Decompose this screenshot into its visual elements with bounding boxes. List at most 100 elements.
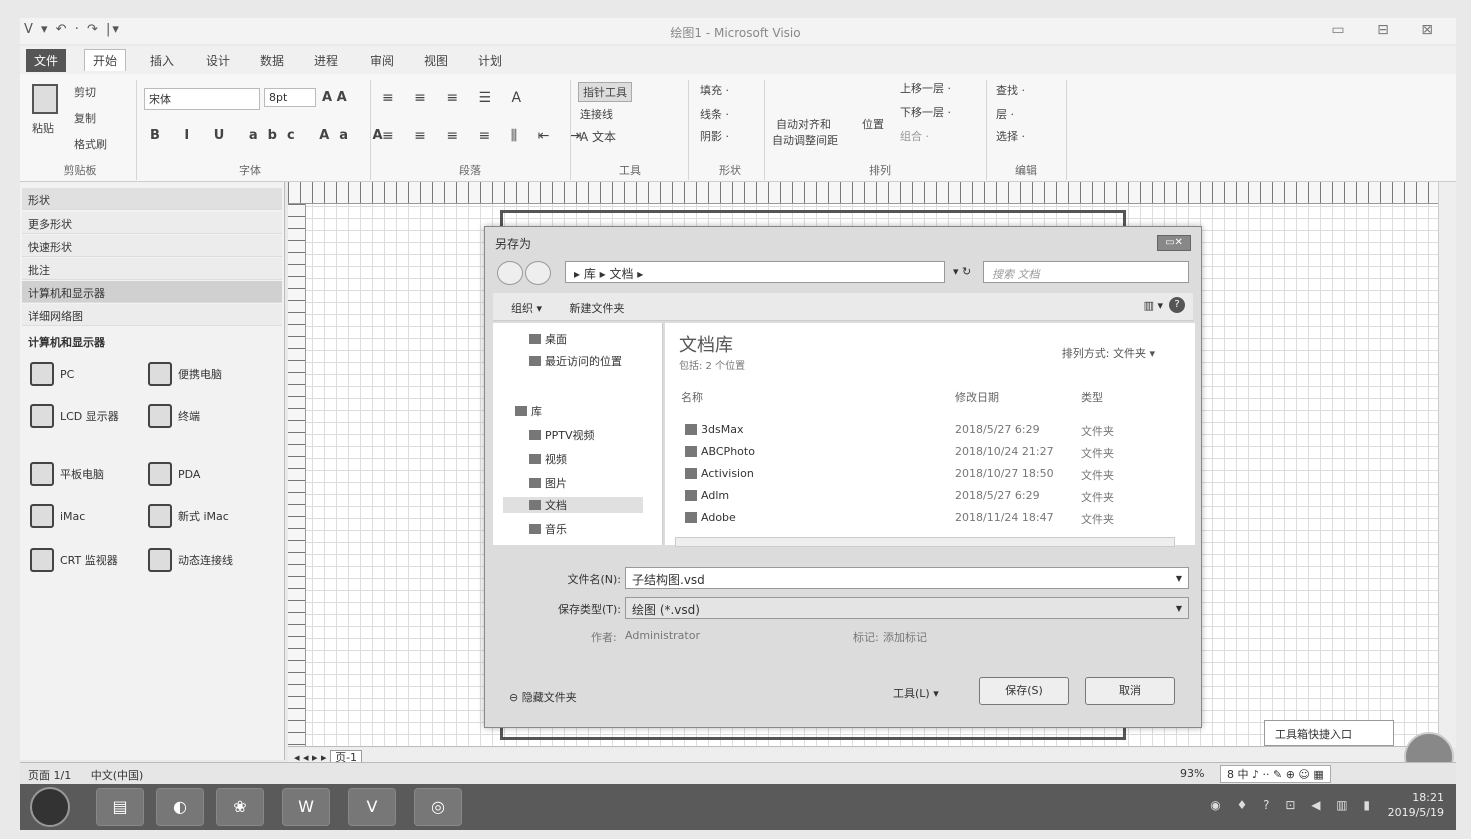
- cut-button[interactable]: 剪切: [74, 84, 96, 100]
- align-buttons[interactable]: ≡ ≡ ≡ ☰ A: [382, 90, 529, 106]
- horizontal-scrollbar[interactable]: [675, 537, 1175, 547]
- tab-process[interactable]: 进程: [314, 52, 338, 69]
- organize-button[interactable]: 组织 ▾: [511, 302, 542, 315]
- stencil-crt[interactable]: CRT 监视器: [30, 548, 118, 572]
- file-row[interactable]: 3dsMax 2018/5/27 6:29 文件夹: [679, 419, 1179, 441]
- font-style-buttons[interactable]: B I U abc Aa A: [150, 128, 393, 143]
- font-grow-shrink[interactable]: A A: [322, 90, 347, 105]
- format-painter-button[interactable]: 格式刷: [74, 136, 107, 152]
- shapes-panel-header[interactable]: 形状: [22, 188, 282, 210]
- file-row[interactable]: ABCPhoto 2018/10/24 21:27 文件夹: [679, 441, 1179, 463]
- pointer-tool-button[interactable]: 指针工具: [578, 82, 632, 102]
- stencil-pda[interactable]: PDA: [148, 462, 200, 486]
- language-indicator[interactable]: 中文(中国): [91, 769, 144, 782]
- nav-item-desktop[interactable]: 桌面: [529, 331, 567, 347]
- new-folder-button[interactable]: 新建文件夹: [570, 302, 625, 315]
- author-value[interactable]: Administrator: [625, 629, 700, 642]
- tab-file[interactable]: 文件: [26, 49, 67, 72]
- save-button[interactable]: 保存(S): [979, 677, 1069, 705]
- tab-home[interactable]: 开始: [84, 49, 127, 71]
- nav-item-pptv[interactable]: PPTV视频: [529, 427, 595, 443]
- taskbar-app-browser[interactable]: ◐: [156, 788, 204, 826]
- file-row[interactable]: Adobe 2018/11/24 18:47 文件夹: [679, 507, 1179, 529]
- vertical-scrollbar[interactable]: [1438, 182, 1456, 748]
- tab-review[interactable]: 审阅: [370, 52, 394, 69]
- tab-plan[interactable]: 计划: [478, 52, 502, 69]
- fill-button[interactable]: 填充 ·: [700, 82, 729, 98]
- nav-item-documents[interactable]: 文档: [503, 497, 643, 513]
- tools-dropdown[interactable]: 工具(L) ▾: [893, 685, 939, 701]
- dropdown-caret-icon[interactable]: ▼: [1176, 574, 1182, 583]
- copy-button[interactable]: 复制: [74, 110, 96, 126]
- paste-icon[interactable]: [32, 84, 58, 114]
- ime-bar[interactable]: 8 中 ♪ ·· ✎ ⊕ ☺ ▦: [1220, 765, 1331, 783]
- view-icon[interactable]: ▥ ▾: [1144, 299, 1163, 312]
- nav-item-recent[interactable]: 最近访问的位置: [529, 353, 622, 369]
- shapes-row[interactable]: 更多形状: [22, 212, 282, 234]
- nav-item-pictures[interactable]: 图片: [529, 475, 567, 491]
- stencil-connector[interactable]: 动态连接线: [148, 548, 233, 572]
- font-size-select[interactable]: 8pt: [264, 88, 316, 107]
- tab-design[interactable]: 设计: [206, 52, 230, 69]
- stencil-imac[interactable]: iMac: [30, 504, 85, 528]
- bring-forward-button[interactable]: 上移一层 ·: [900, 80, 951, 96]
- help-icon[interactable]: ?: [1169, 297, 1185, 313]
- sort-by-select[interactable]: 排列方式: 文件夹 ▾: [1062, 345, 1155, 361]
- tab-data[interactable]: 数据: [260, 52, 284, 69]
- paragraph-buttons[interactable]: ≡ ≡ ≡ ≡ ⫼ ⇤ ⇥: [382, 128, 590, 144]
- taskbar-app-word[interactable]: W: [282, 788, 330, 826]
- clock[interactable]: 18:21 2019/5/19: [1388, 790, 1444, 820]
- dropdown-caret-icon[interactable]: ▼: [1176, 604, 1182, 613]
- line-button[interactable]: 线条 ·: [700, 106, 729, 122]
- shapes-row[interactable]: 批注: [22, 258, 282, 280]
- layers-button[interactable]: 层 ·: [996, 106, 1014, 122]
- select-button[interactable]: 选择 ·: [996, 128, 1025, 144]
- column-type[interactable]: 类型: [1081, 389, 1103, 405]
- find-button[interactable]: 查找 ·: [996, 82, 1025, 98]
- stencil-lcd[interactable]: LCD 显示器: [30, 404, 119, 428]
- paste-button[interactable]: 粘贴: [32, 120, 54, 136]
- tags-value[interactable]: 添加标记: [883, 629, 927, 645]
- stencil-new-imac[interactable]: 新式 iMac: [148, 504, 229, 528]
- hide-folders-toggle[interactable]: ⊖ 隐藏文件夹: [509, 689, 577, 705]
- back-icon[interactable]: [497, 261, 523, 285]
- stencil-laptop[interactable]: 便携电脑: [148, 362, 222, 386]
- nav-item-libraries[interactable]: 库: [515, 403, 542, 419]
- back-forward-buttons[interactable]: [497, 261, 553, 285]
- nav-item-videos[interactable]: 视频: [529, 451, 567, 467]
- shadow-button[interactable]: 阴影 ·: [700, 128, 729, 144]
- text-tool-button[interactable]: A 文本: [580, 128, 616, 145]
- connector-button[interactable]: 连接线: [580, 106, 613, 122]
- filename-input[interactable]: 子结构图.vsd ▼: [625, 567, 1189, 589]
- system-tray-icons[interactable]: ◉ ♦ ? ⊡ ◀ ▥ ▮: [1210, 798, 1376, 812]
- zoom-level[interactable]: 93%: [1180, 767, 1204, 780]
- stencil-pc[interactable]: PC: [30, 362, 74, 386]
- stencil-tablet[interactable]: 平板电脑: [30, 462, 104, 486]
- tab-view[interactable]: 视图: [424, 52, 448, 69]
- taskbar-app-flower[interactable]: ❀: [216, 788, 264, 826]
- position-button[interactable]: 位置: [862, 116, 884, 132]
- shapes-row[interactable]: 快速形状: [22, 235, 282, 257]
- file-row[interactable]: Activision 2018/10/27 18:50 文件夹: [679, 463, 1179, 485]
- column-date[interactable]: 修改日期: [955, 389, 999, 405]
- group-button[interactable]: 组合 ·: [900, 128, 929, 144]
- tab-insert[interactable]: 插入: [150, 52, 174, 69]
- font-name-select[interactable]: 宋体: [144, 88, 260, 110]
- auto-space-button[interactable]: 自动调整间距: [772, 132, 838, 148]
- search-input[interactable]: 搜索 文档: [983, 261, 1189, 283]
- cancel-button[interactable]: 取消: [1085, 677, 1175, 705]
- start-button[interactable]: [30, 787, 70, 827]
- window-controls[interactable]: ▭ ⊟ ⊠: [1331, 22, 1447, 38]
- refresh-icon[interactable]: ▾ ↻: [953, 265, 971, 278]
- address-bar[interactable]: ▸ 库 ▸ 文档 ▸: [565, 261, 945, 283]
- auto-align-button[interactable]: 自动对齐和: [776, 116, 831, 132]
- shapes-row[interactable]: 详细网络图: [22, 304, 282, 326]
- send-backward-button[interactable]: 下移一层 ·: [900, 104, 951, 120]
- taskbar-app-other[interactable]: ◎: [414, 788, 462, 826]
- stencil-terminal[interactable]: 终端: [148, 404, 200, 428]
- filetype-select[interactable]: 绘图 (*.vsd) ▼: [625, 597, 1189, 619]
- nav-item-music[interactable]: 音乐: [529, 521, 567, 537]
- file-row[interactable]: Adlm 2018/5/27 6:29 文件夹: [679, 485, 1179, 507]
- toolbox-tooltip[interactable]: 工具箱快捷入口: [1264, 720, 1394, 746]
- column-name[interactable]: 名称: [681, 389, 703, 405]
